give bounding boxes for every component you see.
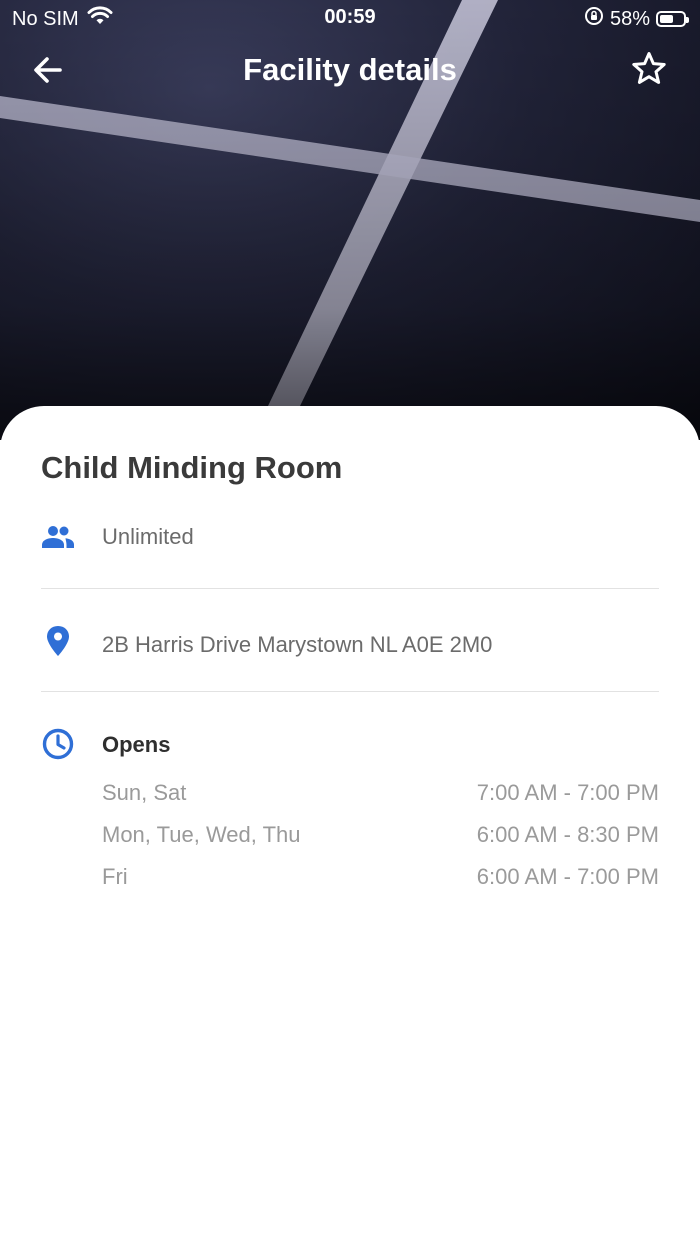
page-title: Facility details xyxy=(243,52,457,87)
hours-row: Sun, Sat 7:00 AM - 7:00 PM xyxy=(102,780,659,810)
status-bar: No SIM 00:59 58% xyxy=(0,0,700,36)
people-icon xyxy=(42,526,74,548)
capacity-row: Unlimited xyxy=(41,520,659,556)
location-pin-icon xyxy=(47,626,69,656)
facility-name: Child Minding Room xyxy=(41,450,343,485)
hours-days: Sun, Sat xyxy=(102,780,187,805)
hours-time: 6:00 AM - 8:30 PM xyxy=(476,822,659,847)
hours-days: Mon, Tue, Wed, Thu xyxy=(102,822,301,847)
hours-row: Mon, Tue, Wed, Thu 6:00 AM - 8:30 PM xyxy=(102,822,659,852)
clock-icon xyxy=(42,728,74,760)
capacity-text: Unlimited xyxy=(102,524,194,549)
battery-icon xyxy=(656,11,689,27)
hours-time: 7:00 AM - 7:00 PM xyxy=(476,780,659,805)
rotation-lock-icon xyxy=(584,6,604,32)
status-right: 58% xyxy=(584,6,689,32)
battery-percent: 58% xyxy=(609,7,650,30)
details-card: Child Minding Room Unlimited 2B Harris D… xyxy=(0,406,700,1244)
divider xyxy=(41,588,659,589)
address-row[interactable]: 2B Harris Drive Marystown NL A0E 2M0 xyxy=(41,624,659,664)
hours-days: Fri xyxy=(102,864,128,889)
nav-bar: Facility details xyxy=(0,40,700,102)
favorite-button[interactable] xyxy=(630,50,674,94)
divider xyxy=(41,691,659,692)
facility-details-screen: No SIM 00:59 58% Facility details Child … xyxy=(0,0,700,1244)
hours-time: 6:00 AM - 7:00 PM xyxy=(476,864,659,889)
address-text: 2B Harris Drive Marystown NL A0E 2M0 xyxy=(102,632,493,657)
opens-label: Opens xyxy=(102,732,171,757)
star-outline-icon xyxy=(632,52,666,84)
hours-row: Fri 6:00 AM - 7:00 PM xyxy=(102,864,659,894)
battery-fill xyxy=(660,15,673,23)
